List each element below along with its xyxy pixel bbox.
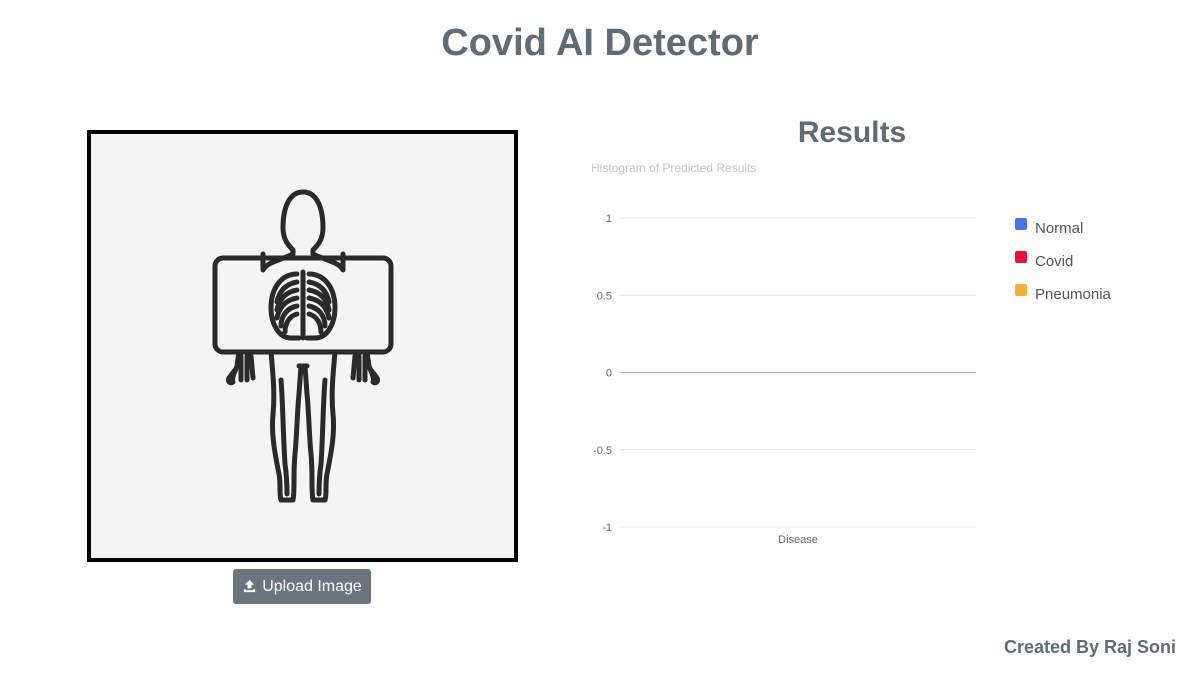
page-title: Covid AI Detector [441, 22, 759, 64]
legend-label-normal: Normal [1035, 220, 1083, 237]
legend-label-covid: Covid [1035, 253, 1073, 270]
legend-swatch-pneumonia [1015, 284, 1027, 296]
legend-swatch-covid [1015, 251, 1027, 263]
results-chart-svg: Histogram of Predicted Results 1 0.5 0 -0.5 -… [591, 161, 1112, 546]
y-tick-label: 0.5 [597, 290, 612, 302]
image-preview [87, 130, 518, 562]
chart-title: Histogram of Predicted Results [591, 161, 756, 175]
results-title: Results [797, 116, 907, 149]
x-tick-label: Disease [778, 534, 818, 546]
y-tick-label: 1 [606, 213, 612, 225]
upload-icon [244, 579, 256, 593]
legend-swatch-normal [1015, 218, 1027, 230]
xray-body-icon [212, 189, 394, 503]
page: Covid AI Detector Upload Image Results H… [0, 0, 1200, 675]
upload-image-button[interactable]: Upload Image [233, 569, 371, 604]
upload-button-label: Upload Image [262, 577, 362, 595]
results-chart: Histogram of Predicted Results 1 0.5 0 -0.5 -… [580, 150, 1160, 570]
y-tick-label: -0.5 [593, 445, 612, 457]
y-tick-label: 0 [606, 368, 612, 380]
y-tick-label: -1 [602, 522, 612, 534]
footer-credit: Created By Raj Soni [1003, 637, 1176, 657]
legend-label-pneumonia: Pneumonia [1035, 286, 1112, 303]
